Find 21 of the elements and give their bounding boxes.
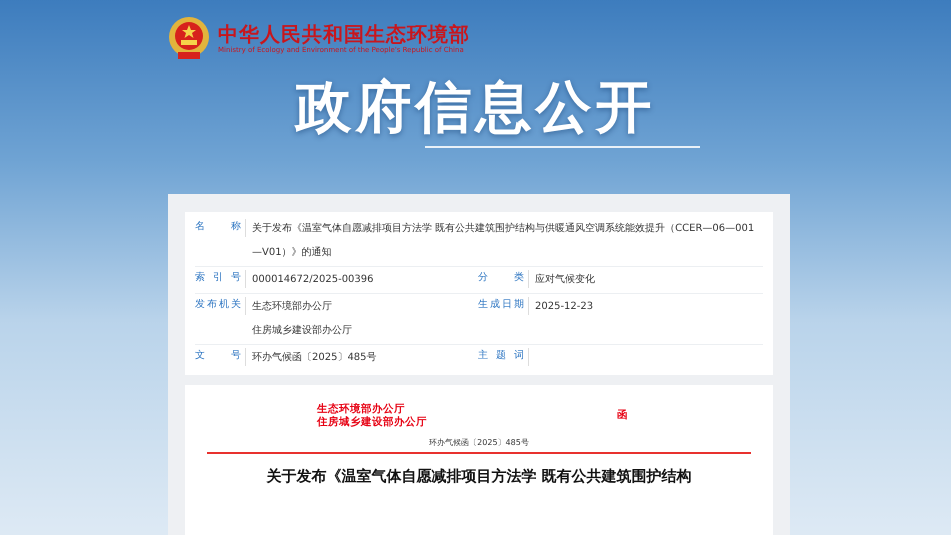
field-value: 2025-12-23	[535, 300, 594, 314]
document-number: 环办气候函〔2025〕485号	[428, 437, 530, 449]
field-label: 索引号	[195, 270, 241, 285]
field-value: 生态环境部办公厅	[252, 300, 333, 314]
ministry-name: 中华人民共和国生态环境部	[218, 22, 470, 46]
field-label: 文号	[195, 348, 241, 363]
field-label: 名称	[195, 220, 241, 234]
field-value: 应对气候变化	[535, 272, 596, 287]
field-value: 关于发布《温室气体自愿减排项目方法学 既有公共建筑围护结构与供暖通风空调系统能效提升（CCER—06—001—V01）》的通知	[252, 222, 756, 260]
field-value: 000014672/2025-00396	[252, 273, 374, 287]
field-label: 生成日期	[478, 298, 524, 312]
field-value: 住房城乡建设部办公厅	[252, 324, 353, 338]
field-label: 主题词	[478, 348, 524, 363]
document-heading: 关于发布《温室气体自愿减排项目方法学 既有公共建筑围护结构	[265, 466, 693, 486]
field-label: 发布机关	[195, 298, 241, 312]
issuer-name: 生态环境部办公厅	[317, 403, 406, 416]
field-label: 分类	[478, 270, 524, 285]
issuer-name: 住房城乡建设部办公厅	[317, 416, 427, 429]
document-type: 函	[617, 408, 628, 424]
emblem-icon	[168, 16, 210, 60]
field-value: 环办气候函〔2025〕485号	[252, 350, 378, 365]
